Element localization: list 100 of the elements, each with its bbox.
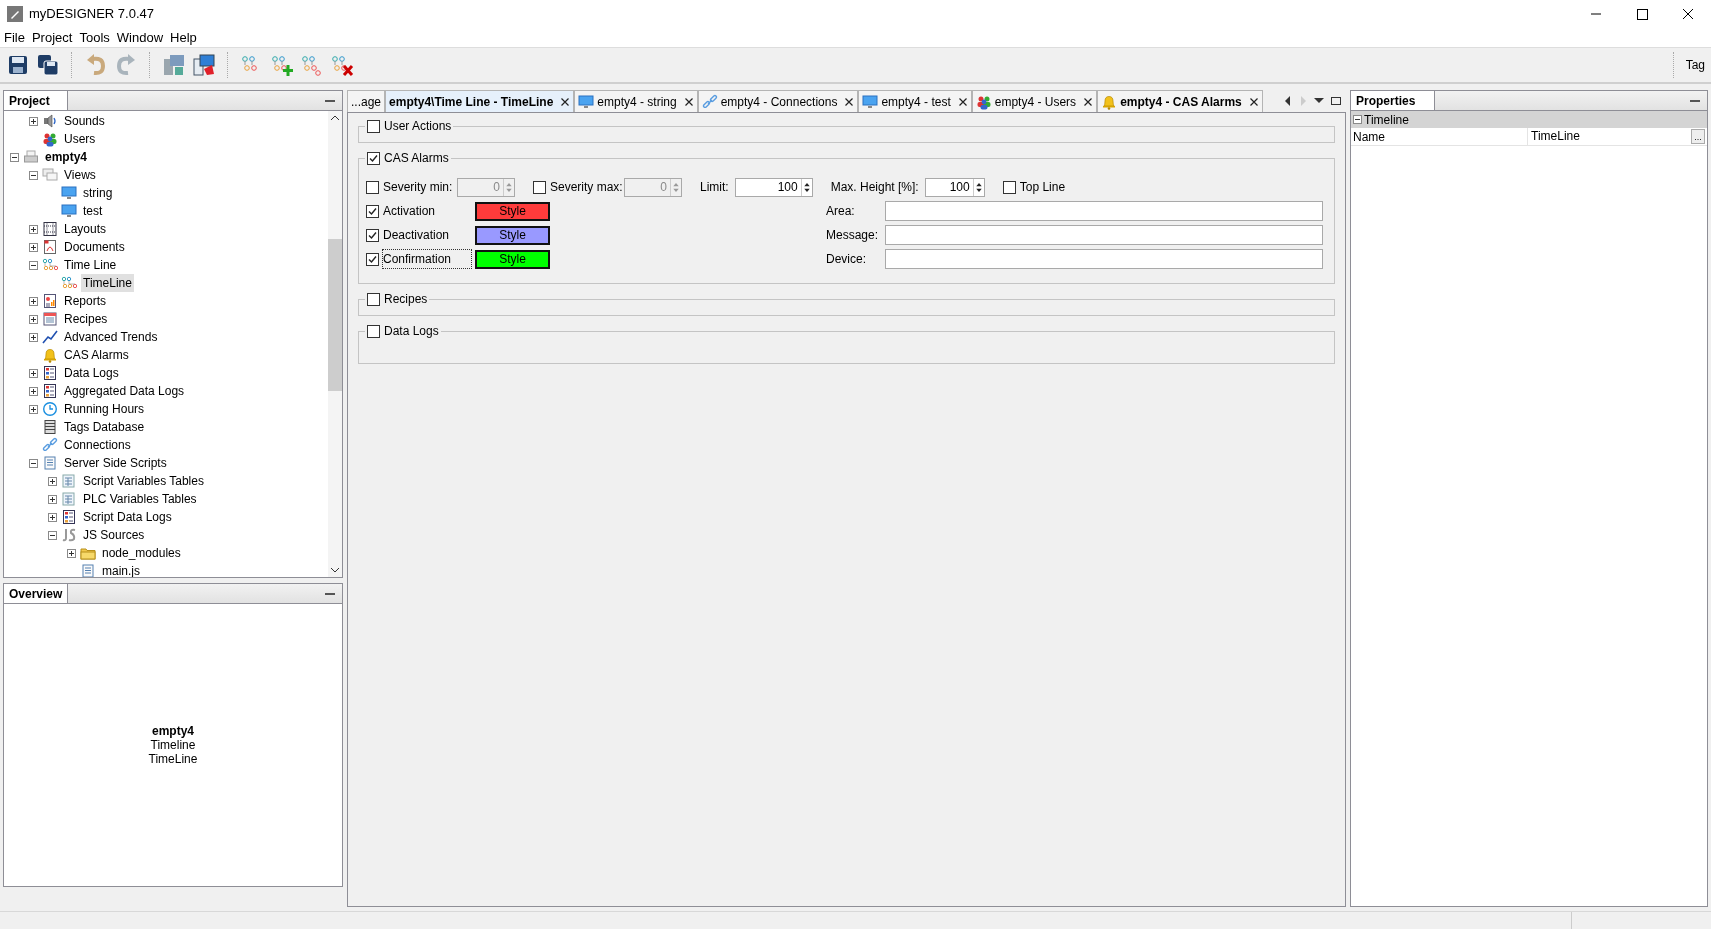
expand-toggle[interactable] xyxy=(29,296,38,306)
tree-item[interactable]: empty4 xyxy=(43,148,90,166)
close-icon[interactable] xyxy=(560,96,571,107)
browse-button[interactable]: ... xyxy=(1691,129,1705,144)
diagram-add-icon[interactable] xyxy=(270,53,294,77)
computer-upload-icon[interactable] xyxy=(192,53,216,77)
tree-item[interactable]: Running Hours xyxy=(62,400,147,418)
scroll-icon xyxy=(42,455,58,471)
tree-item[interactable]: Users xyxy=(62,130,98,148)
tree-item[interactable]: Layouts xyxy=(62,220,109,238)
text-field[interactable] xyxy=(885,201,1323,221)
scroll-thumb[interactable] xyxy=(328,239,342,391)
save-all-icon[interactable] xyxy=(36,53,60,77)
tree-item[interactable]: TimeLine xyxy=(81,274,134,292)
expand-toggle[interactable] xyxy=(29,170,38,180)
checkbox[interactable] xyxy=(366,252,379,266)
panel-title[interactable]: Properties xyxy=(1351,91,1435,110)
tree-item[interactable]: Views xyxy=(62,166,98,184)
tree-item[interactable]: Script Data Logs xyxy=(81,508,174,526)
expand-toggle[interactable] xyxy=(48,476,57,486)
expand-toggle[interactable] xyxy=(29,260,38,270)
expand-toggle[interactable] xyxy=(29,224,38,234)
property-value[interactable]: TimeLine xyxy=(1528,128,1691,145)
style-button[interactable]: Style xyxy=(475,201,550,221)
monitor-icon xyxy=(61,185,77,201)
expand-toggle[interactable] xyxy=(10,152,19,162)
tree-item[interactable]: Time Line xyxy=(62,256,119,274)
expand-toggle[interactable] xyxy=(1353,115,1362,124)
menu-item[interactable]: Tools xyxy=(77,27,112,48)
checkbox[interactable] xyxy=(366,204,379,218)
tree-item[interactable]: Script Variables Tables xyxy=(81,472,206,490)
expand-toggle[interactable] xyxy=(48,530,57,540)
scroll-left-icon[interactable] xyxy=(1283,95,1293,107)
maximize-icon[interactable] xyxy=(1330,95,1342,107)
close-icon[interactable] xyxy=(1083,96,1094,107)
close-icon[interactable] xyxy=(957,96,968,107)
style-button[interactable]: Style xyxy=(475,225,550,245)
expand-toggle[interactable] xyxy=(29,386,38,396)
menu-item[interactable]: Project xyxy=(29,27,75,48)
close-icon[interactable] xyxy=(844,96,855,107)
expand-toggle[interactable] xyxy=(48,512,57,522)
expand-toggle[interactable] xyxy=(48,494,57,504)
tree-item[interactable]: Aggregated Data Logs xyxy=(62,382,187,400)
editor-tab[interactable]: empty4 - test xyxy=(858,90,972,112)
tree-item[interactable]: Recipes xyxy=(62,310,110,328)
text-field[interactable] xyxy=(885,225,1323,245)
tree-item[interactable]: PLC Variables Tables xyxy=(81,490,199,508)
toolbar-label[interactable]: Tag xyxy=(1685,56,1705,74)
menu-item[interactable]: Window xyxy=(114,27,166,48)
checkbox[interactable] xyxy=(367,292,380,306)
tree-item[interactable]: string xyxy=(81,184,115,202)
checkbox[interactable] xyxy=(367,151,380,165)
tree-item[interactable]: Server Side Scripts xyxy=(62,454,169,472)
tree-item[interactable]: Documents xyxy=(62,238,127,256)
expand-toggle[interactable] xyxy=(29,116,38,126)
scrollbar[interactable] xyxy=(328,111,342,577)
expand-toggle[interactable] xyxy=(29,458,38,468)
tree-item[interactable]: node_modules xyxy=(100,544,183,562)
close-icon[interactable] xyxy=(1248,96,1259,107)
property-group[interactable]: Timeline xyxy=(1351,111,1707,128)
tree-item[interactable]: Tags Database xyxy=(62,418,147,436)
stepper-arrows-icon[interactable] xyxy=(800,178,812,196)
expand-toggle[interactable] xyxy=(67,548,76,558)
expand-toggle[interactable] xyxy=(29,404,38,414)
editor-tab[interactable]: ...age xyxy=(347,90,386,112)
style-button[interactable]: Style xyxy=(475,249,550,269)
expand-toggle[interactable] xyxy=(29,242,38,252)
checkbox[interactable] xyxy=(366,228,379,242)
editor-tab[interactable]: empty4 - CAS Alarms xyxy=(1097,90,1263,112)
checkbox-label: Deactivation xyxy=(383,227,451,244)
editor-tab[interactable]: empty4 - Users xyxy=(971,90,1098,112)
tree-item[interactable]: Sounds xyxy=(62,112,107,130)
expand-toggle[interactable] xyxy=(29,314,38,324)
text-field[interactable] xyxy=(885,249,1323,269)
tree-item[interactable]: Advanced Trends xyxy=(62,328,160,346)
diagram-delete-icon[interactable] xyxy=(330,53,354,77)
panel-title[interactable]: Overview xyxy=(4,584,68,603)
menu-item[interactable]: File xyxy=(2,27,27,48)
tree-item[interactable]: CAS Alarms xyxy=(62,346,131,364)
expand-toggle[interactable] xyxy=(29,332,38,342)
tree-item[interactable]: test xyxy=(81,202,105,220)
number-field[interactable]: 100 xyxy=(924,177,985,197)
panel-title[interactable]: Project xyxy=(4,91,68,110)
tree-item[interactable]: Data Logs xyxy=(62,364,121,382)
checkbox[interactable] xyxy=(1002,180,1016,194)
tree-item[interactable]: Reports xyxy=(62,292,109,310)
menu-item[interactable]: Help xyxy=(168,27,199,48)
editor-tab[interactable]: empty4\Time Line - TimeLine xyxy=(385,90,575,112)
checkbox[interactable] xyxy=(367,324,380,338)
stepper-arrows-icon[interactable] xyxy=(972,178,984,196)
save-icon[interactable] xyxy=(6,53,30,77)
editor-tab[interactable]: empty4 - string xyxy=(574,90,698,112)
checkbox[interactable] xyxy=(367,119,380,133)
tree-item[interactable]: main.js xyxy=(100,562,142,577)
close-icon[interactable] xyxy=(683,96,694,107)
expand-toggle[interactable] xyxy=(29,368,38,378)
tree-item[interactable]: Connections xyxy=(62,436,133,454)
number-field[interactable]: 100 xyxy=(734,177,813,197)
tree-item[interactable]: JS Sources xyxy=(81,526,147,544)
editor-tab[interactable]: empty4 - Connections xyxy=(697,90,859,112)
